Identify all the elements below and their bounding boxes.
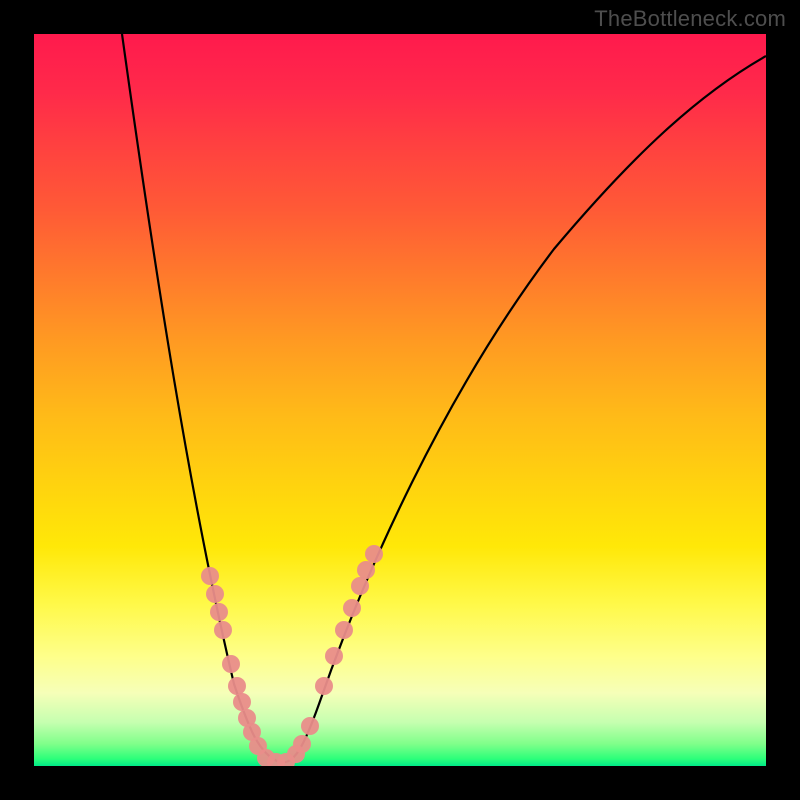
- marker-point: [357, 561, 375, 579]
- plot-area: [34, 34, 766, 766]
- bottleneck-curve: [122, 34, 766, 763]
- marker-point: [325, 647, 343, 665]
- marker-point: [365, 545, 383, 563]
- marker-point: [301, 717, 319, 735]
- marker-point: [293, 735, 311, 753]
- marker-group: [201, 545, 383, 766]
- marker-point: [343, 599, 361, 617]
- watermark-text: TheBottleneck.com: [594, 6, 786, 32]
- chart-frame: TheBottleneck.com: [0, 0, 800, 800]
- marker-point: [351, 577, 369, 595]
- marker-point: [315, 677, 333, 695]
- marker-point: [335, 621, 353, 639]
- marker-point: [206, 585, 224, 603]
- curve-group: [122, 34, 766, 763]
- marker-point: [233, 693, 251, 711]
- marker-point: [210, 603, 228, 621]
- marker-point: [222, 655, 240, 673]
- marker-point: [214, 621, 232, 639]
- marker-point: [228, 677, 246, 695]
- marker-point: [201, 567, 219, 585]
- chart-svg: [34, 34, 766, 766]
